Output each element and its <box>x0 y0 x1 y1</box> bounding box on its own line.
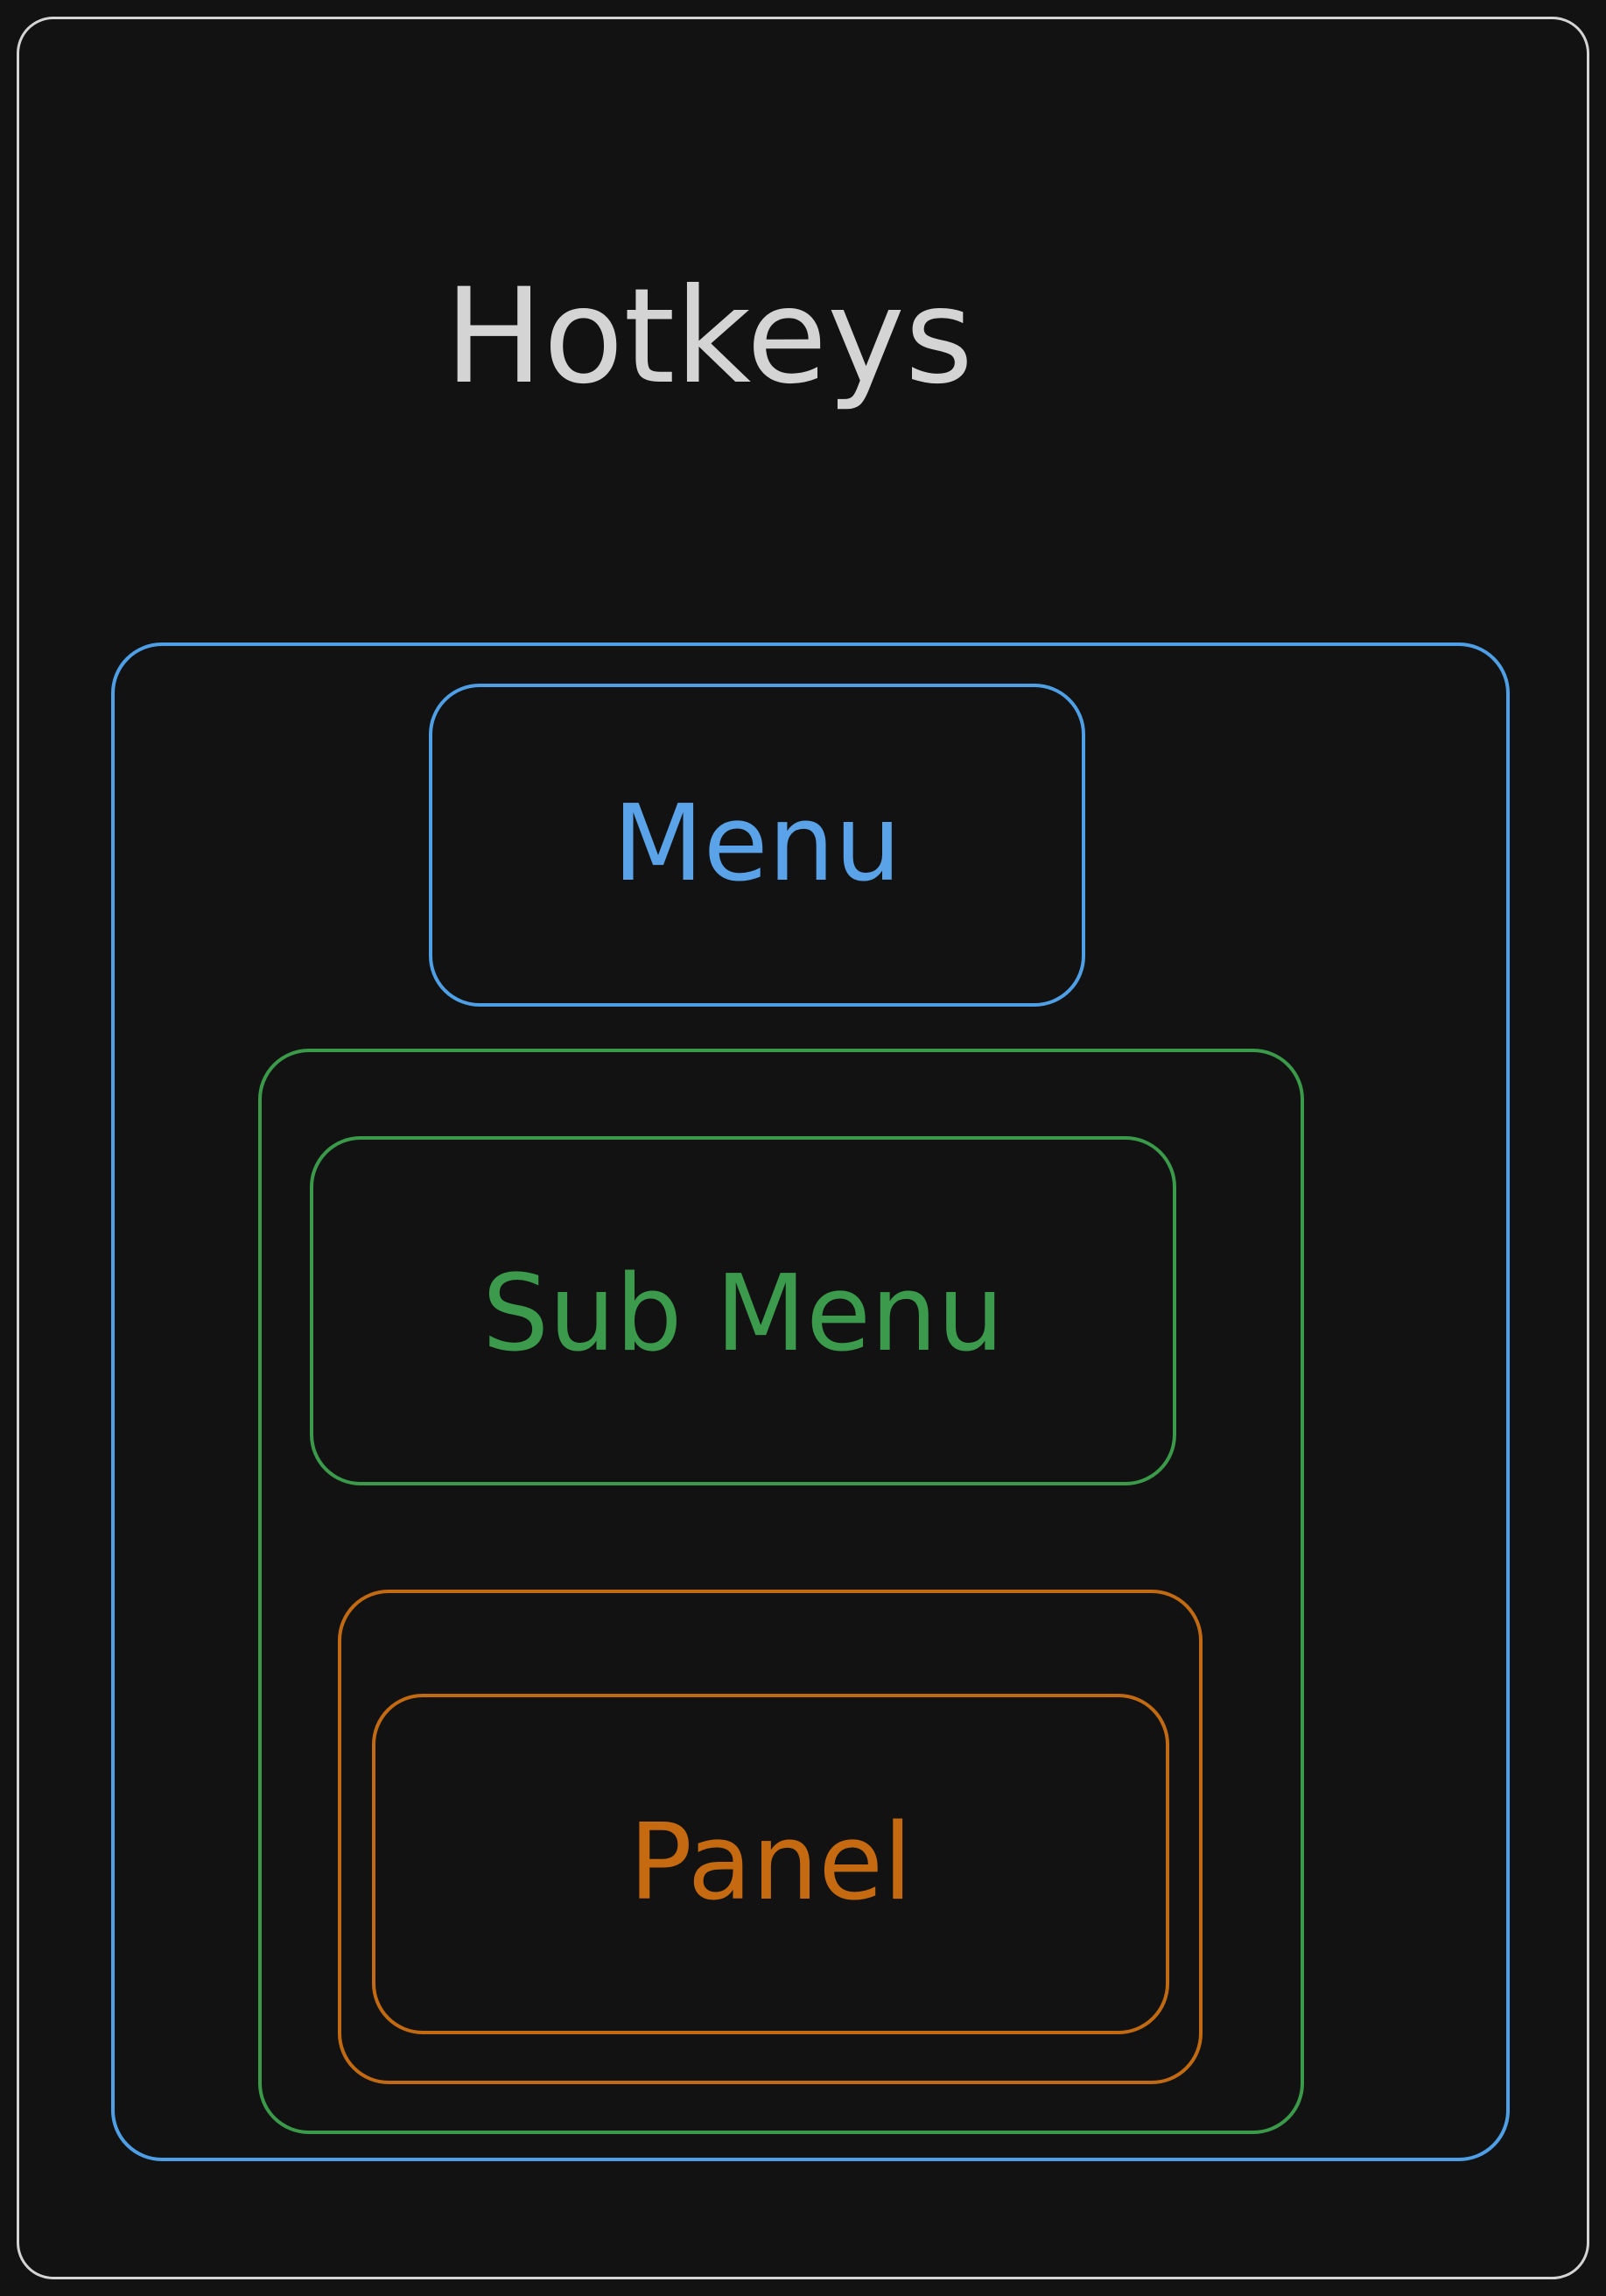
panel-node-label: Panel <box>628 1802 913 1924</box>
menu-node: Menu <box>429 684 1085 1007</box>
diagram-title: Hotkeys <box>444 261 974 413</box>
panel-node: Panel <box>372 1694 1169 2034</box>
submenu-node: Sub Menu <box>310 1136 1176 1485</box>
submenu-node-label: Sub Menu <box>481 1253 1004 1375</box>
menu-node-label: Menu <box>613 783 901 905</box>
